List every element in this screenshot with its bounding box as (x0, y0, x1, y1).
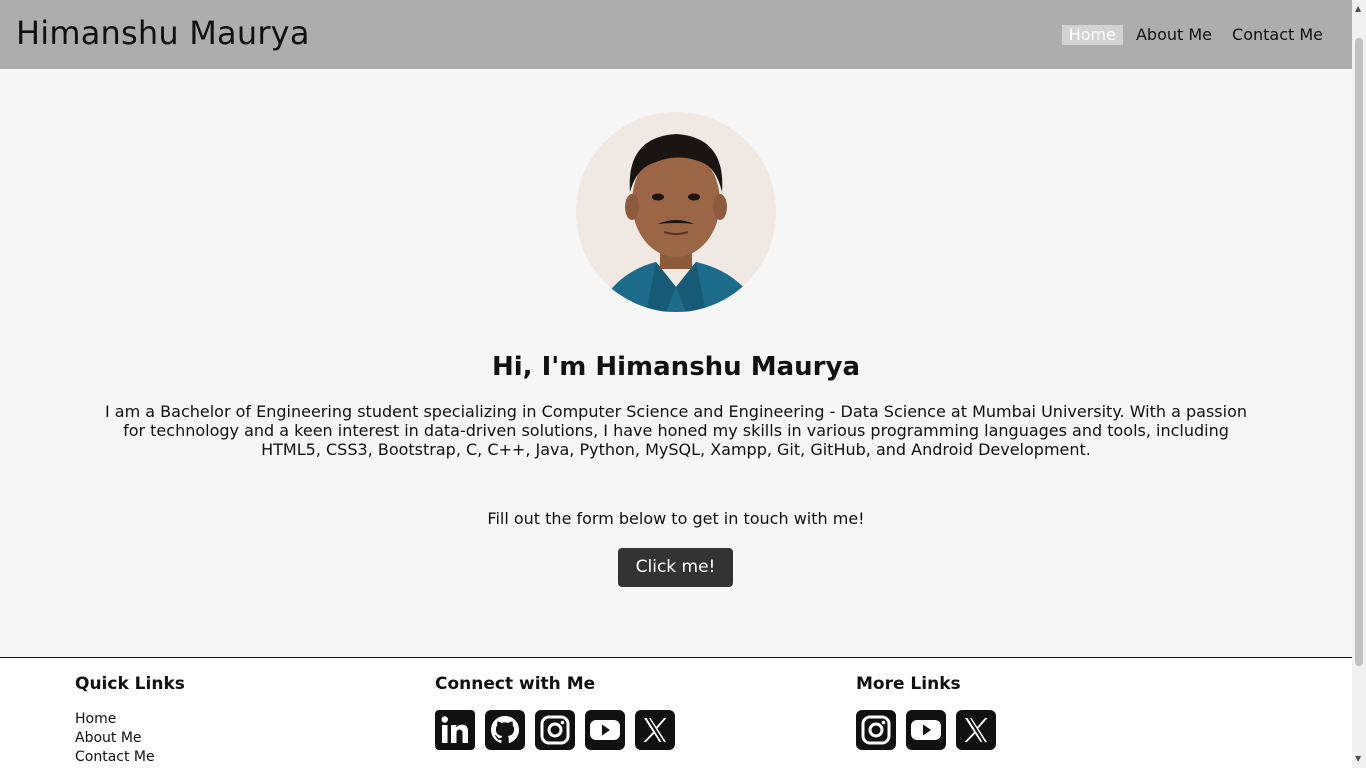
connect-column: Connect with Me (435, 674, 675, 750)
hero-heading: Hi, I'm Himanshu Maurya (492, 352, 860, 382)
more-icons (856, 710, 996, 750)
connect-title: Connect with Me (435, 674, 596, 694)
profile-photo-illustration (576, 112, 776, 312)
scroll-down-arrow-icon[interactable]: ▼ (1355, 754, 1361, 763)
instagram-icon[interactable] (856, 710, 896, 750)
click-me-button[interactable]: Click me! (618, 548, 733, 587)
x-icon[interactable] (635, 710, 675, 750)
nav-contact-me[interactable]: Contact Me (1225, 25, 1330, 45)
x-icon[interactable] (956, 710, 996, 750)
hero-intro-text: I am a Bachelor of Engineering student s… (104, 402, 1247, 459)
profile-photo (576, 112, 776, 312)
more-links-title: More Links (856, 674, 961, 694)
site-footer: Quick Links Home About Me Contact Me Con… (0, 657, 1352, 768)
footer-link-about-me[interactable]: About Me (75, 729, 185, 748)
footer-link-contact-me[interactable]: Contact Me (75, 748, 185, 767)
quick-links-title: Quick Links (75, 674, 185, 694)
site-brand[interactable]: Himanshu Maurya (16, 14, 310, 52)
nav-home[interactable]: Home (1061, 25, 1123, 45)
scroll-up-arrow-icon[interactable]: ▲ (1355, 4, 1361, 13)
footer-link-home[interactable]: Home (75, 710, 185, 729)
site-header: Himanshu Maurya Home About Me Contact Me (0, 0, 1352, 69)
quick-links-column: Quick Links Home About Me Contact Me (75, 674, 185, 767)
nav-about-me[interactable]: About Me (1129, 25, 1219, 45)
vertical-scrollbar[interactable]: ▲ ▼ (1352, 0, 1366, 768)
github-icon[interactable] (485, 710, 525, 750)
more-links-column: More Links (856, 674, 996, 750)
top-nav: Home About Me Contact Me (1056, 25, 1330, 45)
scroll-thumb[interactable] (1355, 38, 1363, 666)
instagram-icon[interactable] (535, 710, 575, 750)
youtube-icon[interactable] (906, 710, 946, 750)
hero-section: Hi, I'm Himanshu Maurya I am a Bachelor … (0, 69, 1352, 658)
cta-text: Fill out the form below to get in touch … (487, 509, 865, 528)
linkedin-icon[interactable] (435, 710, 475, 750)
youtube-icon[interactable] (585, 710, 625, 750)
connect-icons (435, 710, 675, 750)
